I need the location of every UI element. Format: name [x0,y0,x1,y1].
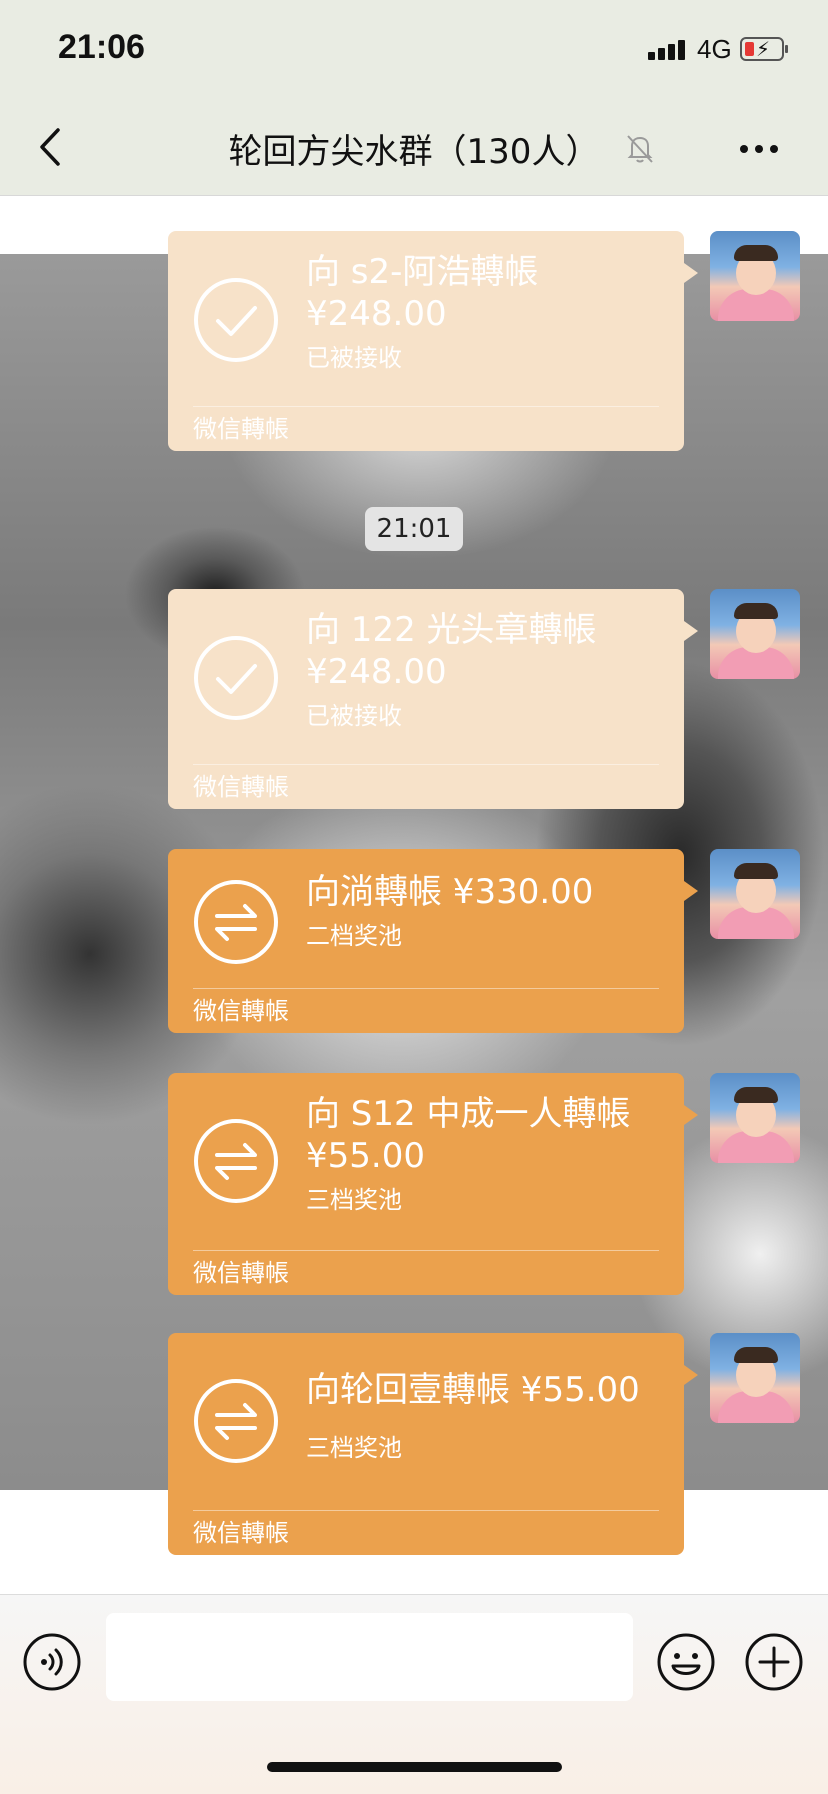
transfer-title: 向 122 光头章轉帳 [306,610,597,650]
plus-button[interactable] [744,1632,804,1692]
transfer-bubble[interactable]: 向 122 光头章轉帳 ¥248.00 已被接收 微信轉帳 [168,589,698,809]
transfer-status: 已被接收 [306,344,402,372]
transfer-note: 二档奖池 [306,922,402,950]
more-button[interactable] [740,138,790,158]
mute-bell-icon [622,130,658,166]
status-time: 21:06 [58,28,145,66]
transfer-title: 向轮回壹轉帳 ¥55.00 [306,1370,640,1410]
transfer-arrows-icon [194,1119,278,1203]
transfer-amount: ¥248.00 [306,294,447,334]
more-icon [740,138,785,157]
transfer-bubble[interactable]: 向 s2-阿浩轉帳 ¥248.00 已被接收 微信轉帳 [168,231,698,451]
avatar[interactable] [710,231,800,321]
emoji-button[interactable] [656,1632,716,1692]
transfer-title: 向 S12 中成一人轉帳 [306,1094,631,1134]
avatar[interactable] [710,1333,800,1423]
transfer-footer: 微信轉帳 [193,1250,659,1295]
network-type: 4G [697,34,732,64]
avatar[interactable] [710,849,800,939]
signal-icon [648,40,688,60]
input-bar [0,1594,828,1794]
transfer-bubble[interactable]: 向淌轉帳 ¥330.00 二档奖池 微信轉帳 [168,849,698,1033]
chat-title: 轮回方尖水群（130人） [228,132,600,172]
transfer-note: 三档奖池 [306,1186,402,1214]
chat-header: 轮回方尖水群（130人） [0,100,828,196]
chat-area[interactable]: 向 s2-阿浩轉帳 ¥248.00 已被接收 微信轉帳 21:01 向 122 … [0,196,828,1594]
transfer-bubble[interactable]: 向轮回壹轉帳 ¥55.00 三档奖池 微信轉帳 [168,1333,698,1555]
transfer-footer: 微信轉帳 [193,988,659,1033]
check-circle-icon [194,636,278,720]
transfer-amount: ¥248.00 [306,652,447,692]
home-indicator[interactable] [267,1762,562,1772]
transfer-status: 已被接收 [306,702,402,730]
transfer-bubble[interactable]: 向 S12 中成一人轉帳 ¥55.00 三档奖池 微信轉帳 [168,1073,698,1295]
emoji-icon [657,1633,715,1691]
voice-button[interactable] [22,1632,82,1692]
voice-icon [23,1633,81,1691]
transfer-note: 三档奖池 [306,1434,402,1462]
check-circle-icon [194,278,278,362]
transfer-amount: ¥55.00 [306,1136,425,1176]
battery-icon: ⚡ [740,37,788,61]
transfer-footer: 微信轉帳 [193,406,659,451]
transfer-title: 向 s2-阿浩轉帳 [306,252,539,292]
avatar[interactable] [710,589,800,679]
transfer-title: 向淌轉帳 ¥330.00 [306,872,594,912]
status-bar: 21:06 4G ⚡ [0,0,828,100]
transfer-footer: 微信轉帳 [193,1510,659,1555]
time-divider: 21:01 [365,507,463,551]
transfer-arrows-icon [194,1379,278,1463]
message-input[interactable] [106,1613,633,1701]
transfer-arrows-icon [194,880,278,964]
plus-icon [745,1633,803,1691]
avatar[interactable] [710,1073,800,1163]
transfer-footer: 微信轉帳 [193,764,659,809]
